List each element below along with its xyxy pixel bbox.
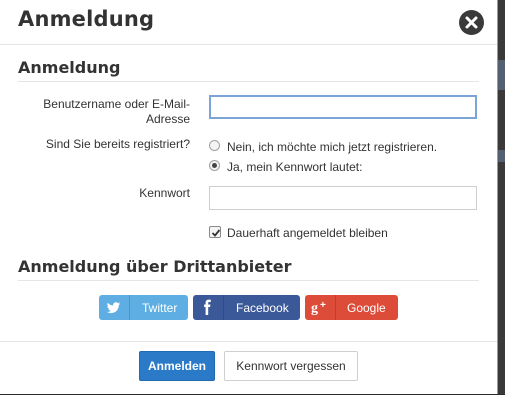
username-label-line1: Benutzername oder E-Mail- bbox=[43, 97, 190, 111]
twitter-label: Twitter bbox=[142, 301, 178, 315]
radio-has-password[interactable] bbox=[209, 160, 220, 171]
dialog-header: Anmeldung bbox=[0, 0, 497, 45]
google-label: Google bbox=[347, 301, 386, 315]
twitter-login-button[interactable]: Twitter bbox=[99, 295, 188, 320]
google-login-button[interactable]: g + Google bbox=[305, 295, 398, 320]
registered-label: Sind Sie bereits registriert? bbox=[45, 137, 190, 151]
svg-text:g: g bbox=[311, 301, 318, 316]
radio-register-new-label[interactable]: Nein, ich möchte mich jetzt registrieren… bbox=[227, 140, 437, 154]
background-overlay bbox=[498, 0, 505, 394]
close-button[interactable] bbox=[459, 10, 484, 35]
username-label: Benutzername oder E-Mail- Adresse bbox=[18, 97, 190, 127]
svg-text:+: + bbox=[320, 300, 326, 311]
remember-checkbox[interactable] bbox=[209, 226, 221, 238]
facebook-icon bbox=[193, 295, 224, 320]
google-plus-icon: g + bbox=[305, 295, 336, 320]
background-band bbox=[498, 60, 505, 90]
checkmark-icon bbox=[211, 229, 221, 237]
forgot-password-button[interactable]: Kennwort vergessen bbox=[224, 351, 358, 381]
login-button[interactable]: Anmelden bbox=[139, 351, 215, 381]
section-divider bbox=[18, 280, 479, 281]
facebook-label: Facebook bbox=[236, 301, 289, 315]
close-icon bbox=[465, 16, 478, 29]
background-band bbox=[498, 150, 505, 162]
third-party-title: Anmeldung über Drittanbieter bbox=[18, 257, 292, 276]
password-input[interactable] bbox=[209, 186, 477, 210]
login-dialog: Anmeldung Anmeldung Benutzername oder E-… bbox=[0, 0, 498, 394]
login-section-title: Anmeldung bbox=[18, 58, 121, 77]
password-label: Kennwort bbox=[139, 186, 190, 200]
username-input[interactable] bbox=[209, 95, 477, 119]
remember-label[interactable]: Dauerhaft angemeldet bleiben bbox=[227, 226, 388, 240]
twitter-icon bbox=[99, 295, 130, 320]
username-label-line2: Adresse bbox=[145, 112, 190, 126]
section-divider bbox=[18, 81, 479, 82]
radio-register-new[interactable] bbox=[209, 140, 220, 151]
facebook-login-button[interactable]: Facebook bbox=[193, 295, 300, 320]
radio-has-password-label[interactable]: Ja, mein Kennwort lautet: bbox=[227, 160, 362, 174]
dialog-title: Anmeldung bbox=[18, 7, 155, 31]
